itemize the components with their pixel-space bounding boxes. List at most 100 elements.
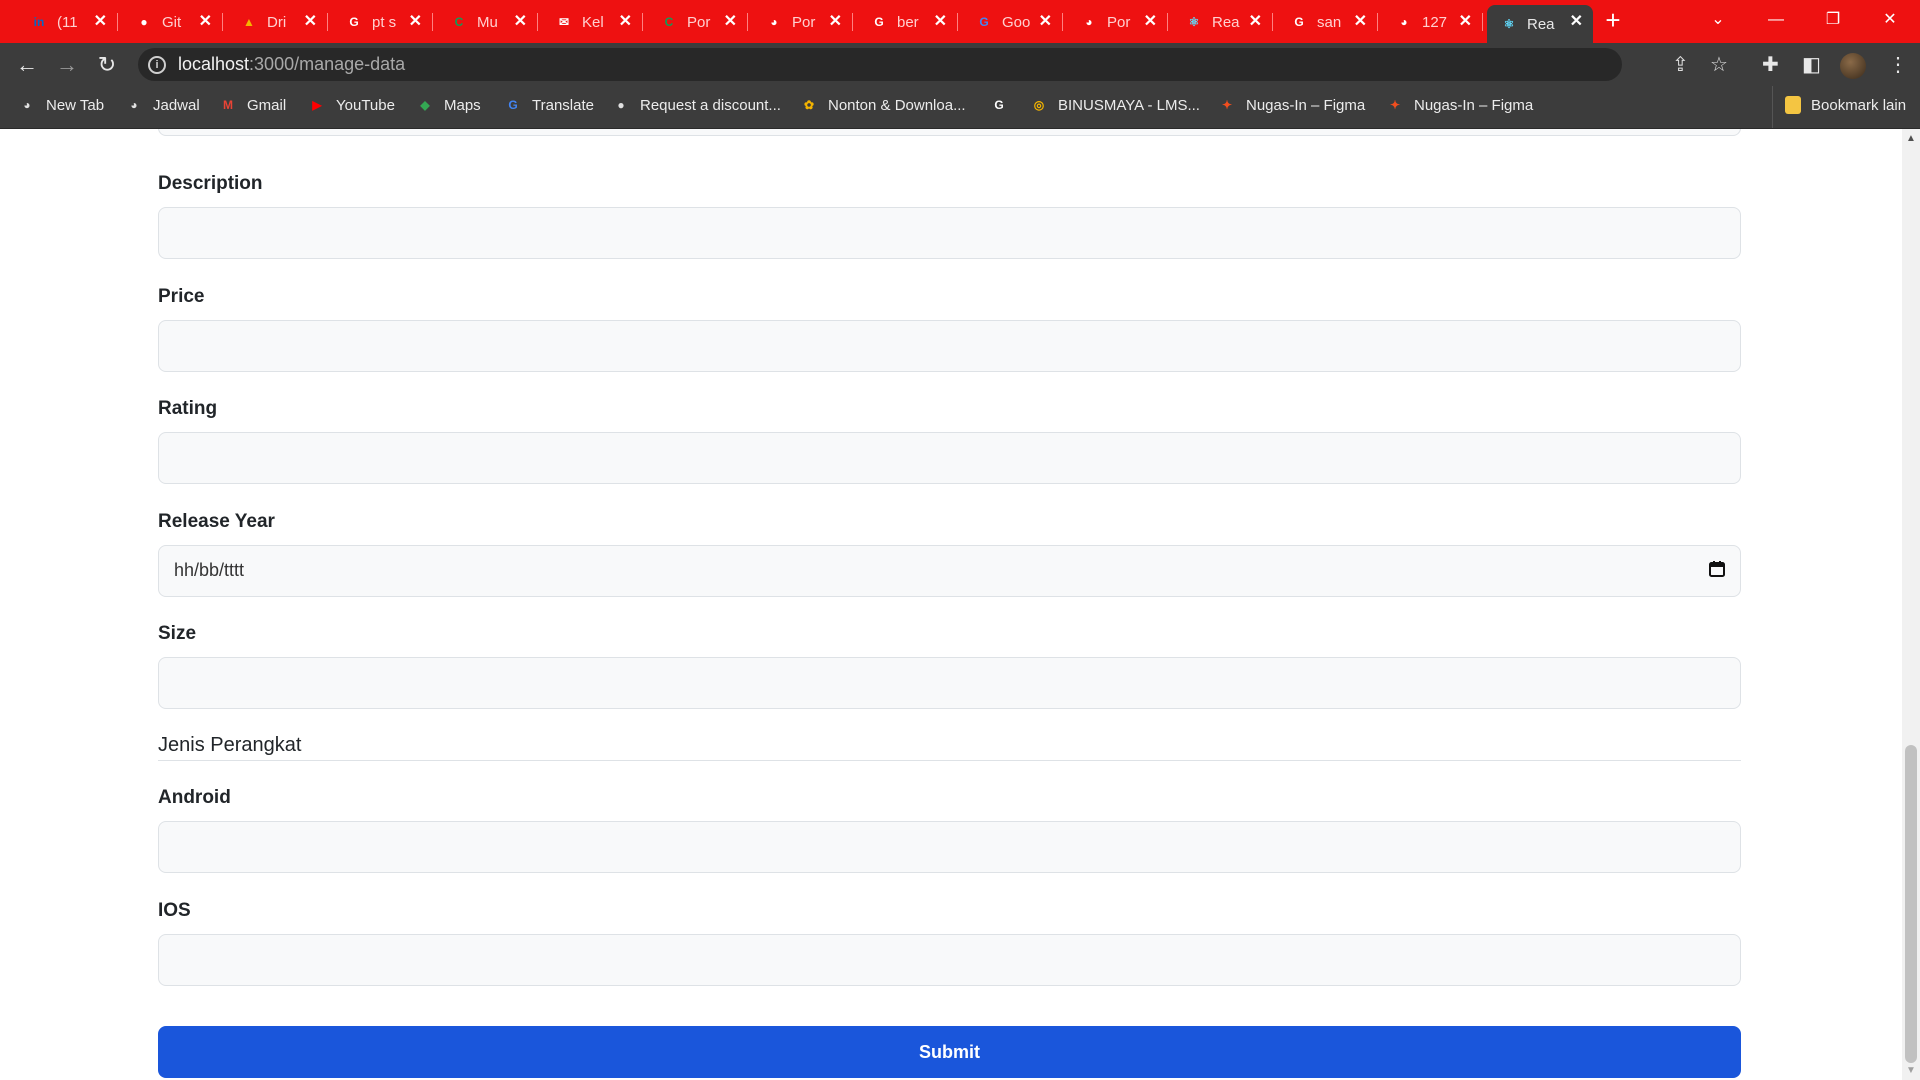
browser-tab[interactable]: Gber ✕ [857,5,958,39]
globe-icon: ◕ [130,98,138,112]
previous-field-input[interactable] [158,129,1741,136]
tab-title: Kel [582,13,604,31]
bookmark-item[interactable]: ◎ BINUSMAYA - LMS... [1030,96,1200,114]
page-viewport: Description Price Rating Release Year hh… [0,129,1902,1080]
tab-title: san [1317,13,1342,31]
app-icon: ✿ [803,98,815,112]
scroll-down-icon[interactable]: ▼ [1906,1065,1916,1076]
browser-tab[interactable]: ▲ Dri ✕ [227,5,328,39]
release-year-label: Release Year [158,511,275,532]
tab-close-icon[interactable]: ✕ [94,12,107,32]
profile-avatar[interactable] [1840,53,1866,79]
tab-separator [432,13,433,31]
bookmark-item[interactable]: G Translate [504,96,594,114]
tab-close-icon[interactable]: ✕ [1570,12,1583,32]
translate-icon: G [508,98,518,112]
browser-tab[interactable]: ⚛ Rea ✕ [1172,5,1273,39]
bookmark-item[interactable]: ◕ New Tab [18,96,104,114]
bookmarks-divider [1772,86,1773,128]
size-label: Size [158,623,197,644]
react-icon: ⚛ [1503,17,1515,31]
android-input[interactable] [158,821,1741,873]
browser-tab[interactable]: ◕ Por ✕ [1067,5,1168,39]
reload-icon[interactable]: ↻ [92,50,122,80]
tab-separator [1482,13,1483,31]
section-divider [158,760,1741,761]
browser-tab[interactable]: Gpt s ✕ [332,5,433,39]
browser-tab[interactable]: ⚛ Rea ✕ [1487,5,1593,43]
back-icon[interactable]: ← [12,50,42,80]
bookmark-item[interactable]: ✦ Nugas-In – Figma [1218,96,1365,114]
scrollbar-thumb[interactable] [1905,745,1917,1063]
tab-close-icon[interactable]: ✕ [724,12,737,32]
restore-icon[interactable]: ❐ [1805,0,1861,40]
scroll-up-icon[interactable]: ▲ [1906,133,1916,144]
share-icon[interactable]: ⇪ [1672,55,1689,75]
extensions-icon[interactable]: ✚ [1762,54,1779,76]
tab-close-icon[interactable]: ✕ [934,12,947,32]
bookmark-item[interactable]: ✦ Nugas-In – Figma [1386,96,1533,114]
bookmark-item[interactable]: G [990,96,1018,114]
tab-close-icon[interactable]: ✕ [304,12,317,32]
browser-tab[interactable]: ◕ Por ✕ [752,5,853,39]
url-text[interactable]: localhost:3000/manage-data [178,54,405,75]
close-window-icon[interactable]: ✕ [1862,0,1918,40]
bookmark-item[interactable]: ● Request a discount... [612,96,781,114]
menu-icon[interactable]: ⋮ [1888,54,1908,76]
tab-close-icon[interactable]: ✕ [619,12,632,32]
bookmark-item[interactable]: ◕ Jadwal [125,96,199,114]
tab-close-icon[interactable]: ✕ [1354,12,1367,32]
tab-close-icon[interactable]: ✕ [199,12,212,32]
tab-title: (11 [57,13,78,31]
forward-icon[interactable]: → [52,50,82,80]
tab-close-icon[interactable]: ✕ [514,12,527,32]
release-year-input[interactable]: hh/bb/tttt [158,545,1741,597]
browser-toolbar: ← → ↻ i localhost:3000/manage-data ⇪ ☆ ✚… [0,43,1920,86]
tab-title: pt s [372,13,397,31]
google-icon: G [874,15,884,29]
tab-strip: in (11 ✕ ● Git ✕ ▲ Dri ✕ Gpt s ✕ C Mu ✕ ✉ Kel ✕ C Por ✕ ◕ Por… [0,0,1920,43]
page-scrollbar[interactable]: ▲ ▼ [1902,129,1920,1080]
bookmark-item[interactable]: ◆ Maps [416,96,480,114]
browser-tab[interactable]: G Goo ✕ [962,5,1063,39]
browser-tab[interactable]: ◕ 127 ✕ [1382,5,1483,39]
tab-close-icon[interactable]: ✕ [1039,12,1052,32]
tab-separator [222,13,223,31]
size-input[interactable] [158,657,1741,709]
browser-tab[interactable]: C Por ✕ [647,5,748,39]
tab-title: Dri [267,13,287,31]
browser-tab[interactable]: ● Git ✕ [122,5,223,39]
rating-input[interactable] [158,432,1741,484]
tab-close-icon[interactable]: ✕ [409,12,422,32]
ios-input[interactable] [158,934,1741,986]
browser-tab[interactable]: Gsan ✕ [1277,5,1378,39]
address-bar[interactable]: i localhost:3000/manage-data ⇪ ☆ [138,48,1728,81]
other-bookmarks[interactable]: Bookmark lain [1785,96,1906,114]
new-tab-button[interactable]: + [1599,6,1627,34]
submit-button[interactable]: Submit [158,1026,1741,1078]
browser-tab[interactable]: C Mu ✕ [437,5,538,39]
figma-icon: ✦ [1389,98,1401,112]
bookmark-item[interactable]: ✿ Nonton & Downloa... [800,96,966,114]
tab-close-icon[interactable]: ✕ [1249,12,1262,32]
bookmark-label: Translate [532,96,594,114]
side-panel-icon[interactable]: ◧ [1802,54,1821,76]
linkedin-icon: in [33,15,45,29]
tab-separator [642,13,643,31]
browser-tab[interactable]: in (11 ✕ [17,5,118,39]
bookmark-label: Nugas-In – Figma [1246,96,1366,114]
tab-search-icon[interactable]: ⌄ [1690,0,1746,40]
bookmark-star-icon[interactable]: ☆ [1710,55,1728,75]
price-input[interactable] [158,320,1741,372]
browser-tab[interactable]: ✉ Kel ✕ [542,5,643,39]
site-info-icon[interactable]: i [148,56,166,74]
tab-close-icon[interactable]: ✕ [829,12,842,32]
tab-close-icon[interactable]: ✕ [1144,12,1157,32]
tab-title: Rea [1527,15,1555,33]
bookmark-item[interactable]: ▶ YouTube [308,96,395,114]
tab-close-icon[interactable]: ✕ [1459,12,1472,32]
calendar-icon[interactable] [1708,560,1726,583]
description-input[interactable] [158,207,1741,259]
minimize-icon[interactable]: — [1748,0,1804,40]
bookmark-item[interactable]: M Gmail [219,96,286,114]
